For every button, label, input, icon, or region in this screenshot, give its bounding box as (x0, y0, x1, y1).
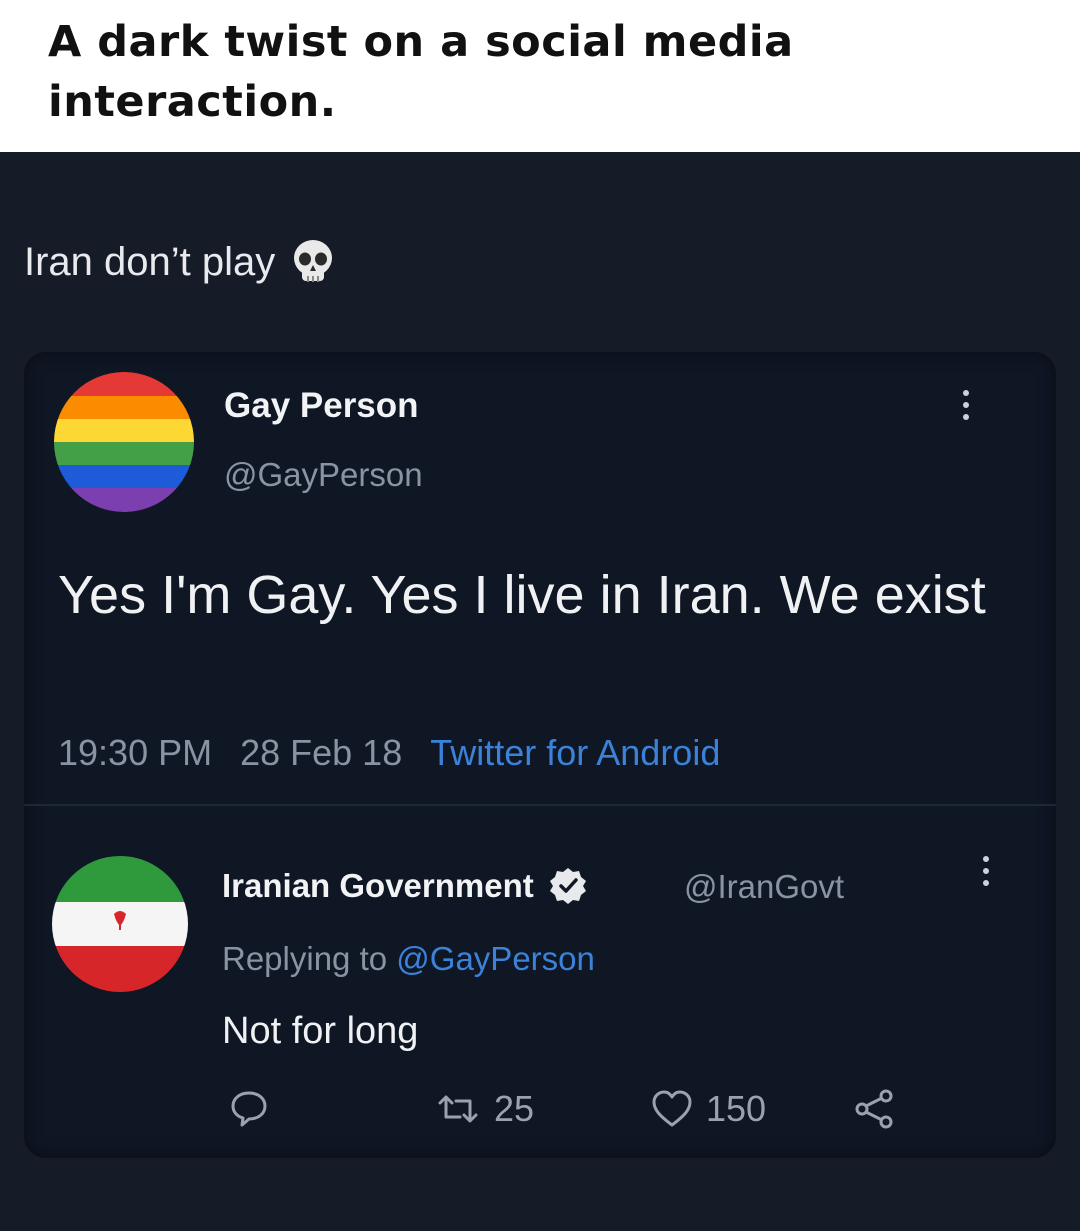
tweet-author-name[interactable]: Gay Person (224, 386, 419, 426)
comment-icon (231, 1091, 267, 1127)
iran-flag-avatar[interactable] (52, 856, 188, 992)
tweet-divider (24, 804, 1056, 806)
share-icon (855, 1089, 893, 1129)
page-header: A dark twist on a social media interacti… (0, 0, 1080, 152)
retweet-icon (438, 1095, 478, 1123)
replying-to-label: Replying to (222, 940, 388, 977)
reply-more-options-icon[interactable] (976, 856, 996, 892)
retweet-button[interactable]: 25 (434, 1088, 534, 1130)
reply-actions-bar: 25 150 (222, 1088, 942, 1132)
tweet-author-handle[interactable]: @GayPerson (224, 456, 423, 494)
share-button[interactable] (852, 1088, 896, 1130)
tweet-text: Yes I'm Gay. Yes I live in Iran. We exis… (58, 565, 986, 625)
reply-text: Not for long (222, 1010, 419, 1052)
post-caption-text: Iran don’t play (24, 239, 276, 284)
replying-to-mention[interactable]: @GayPerson (396, 940, 595, 977)
rainbow-flag-avatar[interactable] (54, 372, 194, 512)
reply-button[interactable] (228, 1088, 270, 1128)
page-title: A dark twist on a social media interacti… (48, 17, 794, 127)
more-options-icon[interactable] (956, 390, 976, 426)
tweet-date: 28 Feb 18 (240, 732, 403, 773)
like-button[interactable]: 150 (650, 1088, 766, 1130)
replying-to-line: Replying to @GayPerson (222, 940, 595, 978)
post-caption: Iran don’t play (24, 236, 339, 288)
tweet-meta: 19:30 PM 28 Feb 18 Twitter for Android (58, 732, 720, 774)
tweet-time: 19:30 PM (58, 732, 213, 773)
skull-icon (294, 240, 333, 282)
verified-badge-icon (549, 868, 586, 904)
tweet-screenshot-card: Gay Person @GayPerson Yes I'm Gay. Yes I… (24, 352, 1056, 1158)
heart-icon (652, 1090, 692, 1127)
like-count: 150 (706, 1088, 767, 1129)
tweet-source-link[interactable]: Twitter for Android (430, 732, 720, 774)
post-container: Iran don’t play Gay Person @GayPerson Ye… (0, 152, 1080, 1231)
reply-author-handle[interactable]: @IranGovt (684, 868, 844, 906)
retweet-count: 25 (494, 1088, 535, 1129)
reply-author: Iranian Government (222, 866, 588, 906)
reply-author-name[interactable]: Iranian Government (222, 867, 534, 905)
